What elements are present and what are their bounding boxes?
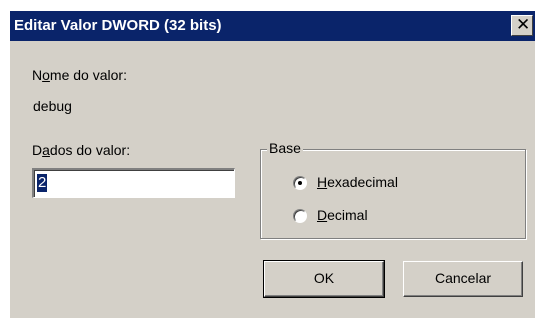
- base-groupbox: Base Hexadecimal Decimal: [260, 140, 526, 239]
- value-data-selected-text: 2: [37, 174, 48, 192]
- dword-edit-dialog: Editar Valor DWORD (32 bits) ✕ Nome do v…: [9, 10, 535, 318]
- hexadecimal-radio-label[interactable]: Hexadecimal: [317, 174, 398, 190]
- radio-selected-dot: [298, 181, 302, 185]
- ok-button[interactable]: OK: [263, 260, 385, 298]
- close-button[interactable]: ✕: [511, 15, 533, 36]
- value-data-label: Dados do valor:: [32, 142, 131, 158]
- decimal-radio[interactable]: [293, 209, 307, 223]
- close-icon: ✕: [516, 15, 531, 34]
- window-title: Editar Valor DWORD (32 bits): [14, 17, 222, 34]
- value-name-text: debug: [33, 98, 72, 114]
- decimal-radio-label[interactable]: Decimal: [317, 207, 368, 223]
- hexadecimal-radio[interactable]: [293, 176, 307, 190]
- base-legend: Base: [267, 140, 303, 156]
- value-data-input[interactable]: 2: [32, 168, 235, 198]
- value-name-label: Nome do valor:: [32, 67, 127, 83]
- cancel-button[interactable]: Cancelar: [403, 261, 523, 297]
- title-bar: Editar Valor DWORD (32 bits) ✕: [10, 11, 535, 41]
